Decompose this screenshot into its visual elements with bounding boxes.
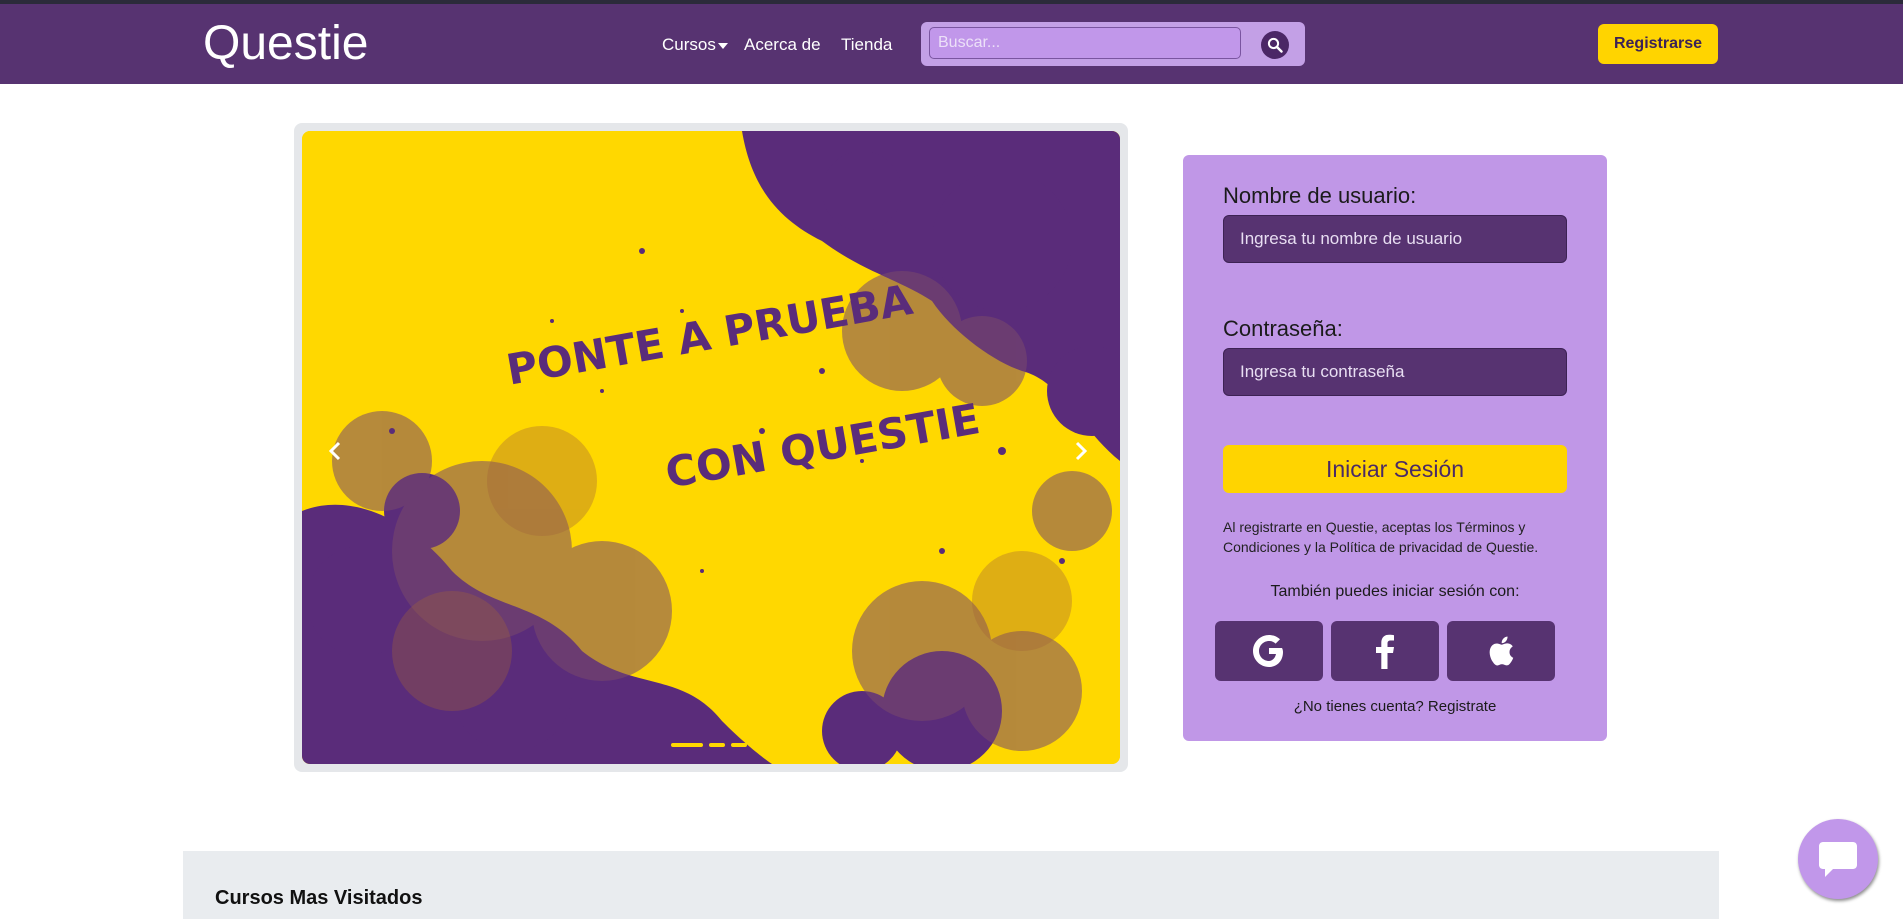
- username-field[interactable]: [1223, 215, 1567, 263]
- facebook-icon: [1376, 634, 1394, 669]
- section-title: Cursos Mas Visitados: [215, 887, 423, 909]
- terms-text: Al registrarte en Questie, aceptas los T…: [1223, 519, 1539, 555]
- apple-icon: [1489, 636, 1514, 666]
- google-login-button[interactable]: [1215, 621, 1323, 681]
- facebook-login-button[interactable]: [1331, 621, 1439, 681]
- chevron-right-icon: [1075, 441, 1088, 461]
- carousel-indicator-1[interactable]: [671, 743, 703, 747]
- top-navbar: Questie Cursos Acerca de Tienda Registra…: [0, 4, 1903, 84]
- nav-store[interactable]: Tienda: [841, 35, 892, 55]
- google-icon: [1253, 635, 1283, 667]
- carousel-indicator-2[interactable]: [709, 743, 725, 747]
- login-form: Nombre de usuario: Contraseña: Iniciar S…: [1183, 155, 1607, 741]
- carousel-indicators: [671, 743, 753, 761]
- apple-login-button[interactable]: [1447, 621, 1555, 681]
- register-button[interactable]: Registrarse: [1598, 24, 1718, 64]
- search-icon: [1267, 37, 1283, 53]
- signup-link[interactable]: ¿No tienes cuenta? Registrate: [1183, 698, 1607, 715]
- most-visited-courses-section: Cursos Mas Visitados: [183, 851, 1719, 919]
- password-field[interactable]: [1223, 348, 1567, 396]
- chat-button[interactable]: [1798, 819, 1878, 899]
- carousel-indicator-3[interactable]: [731, 743, 747, 747]
- password-label: Contraseña:: [1223, 316, 1343, 341]
- carousel-prev-button[interactable]: [320, 431, 350, 471]
- chevron-left-icon: [328, 441, 341, 461]
- nav-courses-dropdown[interactable]: Cursos: [662, 35, 728, 55]
- chat-bubble-icon: [1819, 842, 1857, 877]
- caret-down-icon: [717, 42, 728, 49]
- carousel-next-button[interactable]: [1066, 431, 1096, 471]
- nav-about[interactable]: Acerca de: [744, 35, 821, 55]
- nav-courses-label: Cursos: [662, 35, 716, 54]
- brand-logo[interactable]: Questie: [203, 16, 368, 72]
- carousel-slide: PONTE A PRUEBA CON QUESTIE: [302, 131, 1120, 764]
- login-button[interactable]: Iniciar Sesión: [1223, 445, 1567, 493]
- search-input[interactable]: [929, 27, 1241, 59]
- search-bar: [921, 22, 1305, 66]
- search-button[interactable]: [1261, 31, 1289, 59]
- carousel: PONTE A PRUEBA CON QUESTIE: [294, 123, 1128, 772]
- alt-login-text: También puedes iniciar sesión con:: [1270, 583, 1520, 600]
- username-label: Nombre de usuario:: [1223, 183, 1417, 208]
